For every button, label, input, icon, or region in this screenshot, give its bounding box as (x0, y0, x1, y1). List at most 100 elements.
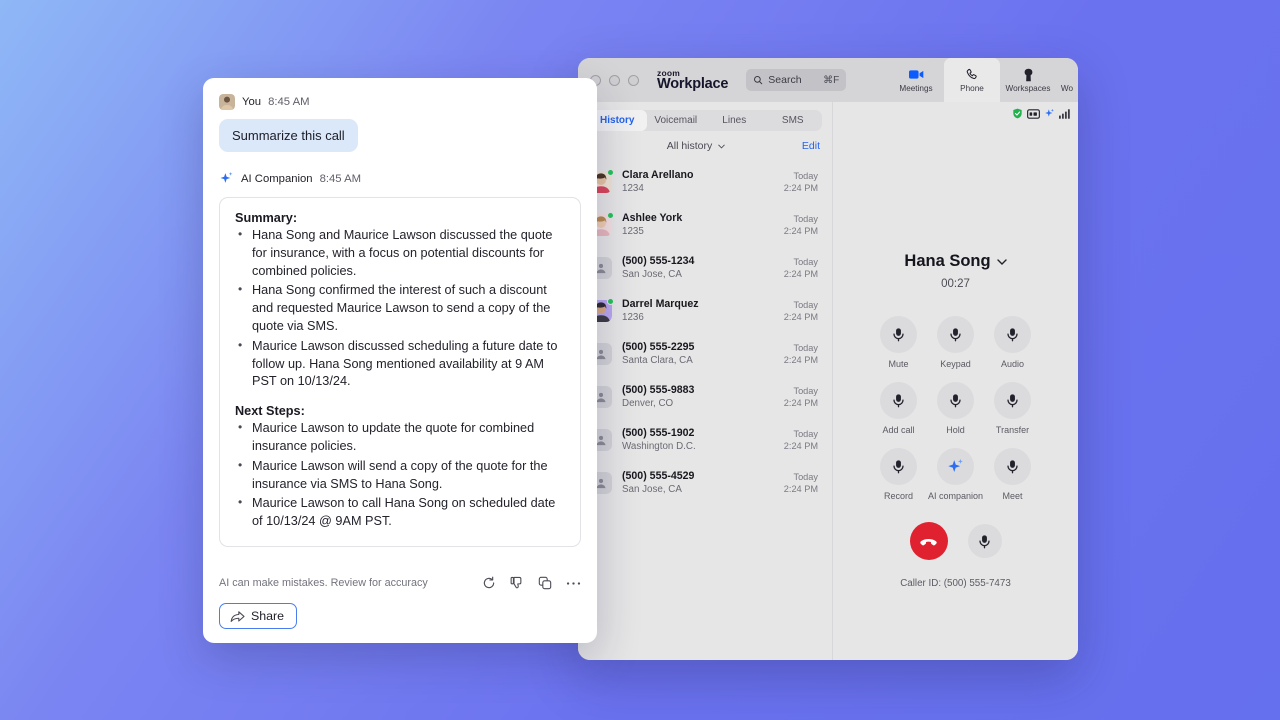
chevron-down-icon (718, 144, 725, 149)
regenerate-icon[interactable] (481, 575, 497, 591)
zoom-logo: zoom Workplace (657, 69, 728, 91)
ai-sparkle-icon (1045, 108, 1054, 117)
call-control-record[interactable]: Record (870, 448, 927, 501)
call-controls-grid[interactable]: Mute Keypad Audio Add call Hold Transfer Recor… (870, 316, 1041, 501)
call-control-ai-companion[interactable]: AI companion (927, 448, 984, 501)
end-call-row[interactable] (909, 522, 1002, 560)
call-history-row[interactable]: Darrel Marquez 1236 Today 2:24 PM (578, 289, 832, 332)
ai-message-time: 8:45 AM (319, 172, 362, 185)
call-row-meta: Today 2:24 PM (784, 343, 818, 365)
tab-lines[interactable]: Lines (705, 110, 764, 131)
nav-item-workspaces[interactable]: Workspaces (1000, 58, 1056, 102)
call-row-day: Today (793, 428, 818, 439)
avatar (219, 94, 235, 110)
call-row-meta: Today 2:24 PM (784, 171, 818, 193)
call-row-day: Today (793, 342, 818, 353)
call-control-label: AI companion (927, 491, 984, 501)
call-control-transfer[interactable]: Transfer (984, 382, 1041, 435)
call-row-name: (500) 555-9883 (622, 384, 695, 396)
call-control-icon-wrap (937, 382, 974, 419)
tab-sms[interactable]: SMS (764, 110, 823, 131)
workspace-pin-icon (1022, 67, 1035, 82)
call-history-row[interactable]: (500) 555-1902 Washington D.C. Today 2:24 P… (578, 418, 832, 461)
top-navigation[interactable]: Meetings Phone Workspaces Wo (888, 58, 1078, 102)
nav-item-more[interactable]: Wo (1056, 58, 1078, 102)
call-row-day: Today (793, 170, 818, 181)
call-control-label: Meet (1002, 491, 1023, 501)
search-icon (754, 76, 763, 85)
microphone-icon (1007, 394, 1018, 408)
call-row-name: (500) 555-2295 (622, 341, 695, 353)
bullet-point: Hana Song and Maurice Lawson discussed t… (235, 226, 565, 280)
end-call-button[interactable] (909, 522, 948, 560)
phone-history-panel: History Voicemail Lines SMS All history … (578, 102, 833, 660)
call-row-meta: Today 2:24 PM (784, 214, 818, 236)
secondary-microphone-button[interactable] (967, 524, 1002, 558)
chevron-down-icon[interactable] (996, 258, 1007, 265)
bullet-point: Hana Song confirmed the interest of such… (235, 281, 565, 335)
call-control-audio[interactable]: Audio (984, 316, 1041, 369)
all-history-dropdown[interactable]: All history (667, 140, 725, 152)
nav-label-meetings: Meetings (899, 84, 933, 93)
share-button-label: Share (251, 609, 285, 623)
microphone-icon (1007, 328, 1018, 342)
microphone-icon (950, 328, 961, 342)
nav-item-meetings[interactable]: Meetings (888, 58, 944, 102)
call-row-main: (500) 555-2295 Santa Clara, CA (622, 341, 774, 366)
call-control-icon-wrap (880, 448, 917, 485)
call-control-mute[interactable]: Mute (870, 316, 927, 369)
call-row-name: Darrel Marquez (622, 298, 699, 310)
brand-workplace-text: Workplace (657, 75, 729, 92)
ai-sparkle-icon (220, 171, 233, 183)
call-row-main: (500) 555-9883 Denver, CO (622, 384, 774, 409)
call-duration-timer: 00:27 (941, 278, 970, 290)
call-row-day: Today (793, 213, 818, 224)
maximize-window-button[interactable] (628, 74, 639, 86)
nav-label-more: Wo (1060, 84, 1074, 93)
window-traffic-lights[interactable] (590, 74, 639, 86)
history-tab-bar[interactable]: History Voicemail Lines SMS (588, 110, 822, 131)
minimize-window-button[interactable] (609, 74, 620, 86)
call-history-row[interactable]: (500) 555-2295 Santa Clara, CA Today 2:24 P… (578, 332, 832, 375)
call-history-list[interactable]: Clara Arellano 1234 Today 2:24 PM Ashlee Yor… (578, 158, 832, 660)
callee-name: Hana Song (904, 252, 991, 270)
call-control-label: Hold (946, 425, 965, 435)
call-control-icon-wrap (937, 448, 974, 485)
microphone-icon (1007, 460, 1018, 474)
thumbs-down-icon[interactable] (509, 575, 525, 591)
search-input[interactable]: Search ⌘F (746, 69, 847, 91)
ai-summary-card: Summary: Hana Song and Maurice Lawson di… (219, 197, 581, 547)
call-control-hold[interactable]: Hold (927, 382, 984, 435)
next-steps-heading: Next Steps: (235, 404, 305, 419)
call-row-subtitle: Washington D.C. (622, 441, 696, 452)
bullet-point: Maurice Lawson to update the quote for c… (235, 419, 565, 456)
call-history-row[interactable]: (500) 555-1234 San Jose, CA Today 2:24 PM (578, 246, 832, 289)
online-status-dot (607, 297, 614, 305)
call-control-add-call[interactable]: Add call (870, 382, 927, 435)
search-shortcut-label: ⌘F (823, 74, 840, 86)
ai-message-author: AI Companion (241, 172, 313, 185)
call-row-time: 2:24 PM (783, 311, 818, 322)
call-control-label: Mute (888, 359, 909, 369)
call-row-subtitle: San Jose, CA (622, 269, 682, 280)
share-button[interactable]: Share (219, 603, 298, 629)
user-message-author: You (242, 96, 262, 108)
call-history-row[interactable]: (500) 555-4529 San Jose, CA Today 2:24 PM (578, 461, 832, 504)
call-history-row[interactable]: (500) 555-9883 Denver, CO Today 2:24 PM (578, 375, 832, 418)
copy-icon[interactable] (537, 575, 553, 591)
call-history-row[interactable]: Ashlee York 1235 Today 2:24 PM (578, 203, 832, 246)
call-control-keypad[interactable]: Keypad (927, 316, 984, 369)
more-options-icon[interactable] (565, 575, 581, 591)
call-control-icon-wrap (937, 316, 974, 353)
call-control-label: Record (883, 491, 913, 501)
edit-history-link[interactable]: Edit (802, 140, 820, 152)
callee-name-row[interactable]: Hana Song (904, 252, 1007, 271)
tab-voicemail[interactable]: Voicemail (647, 110, 706, 131)
nav-item-phone[interactable]: Phone (944, 58, 1000, 102)
summary-bullet-list: Hana Song and Maurice Lawson discussed t… (235, 226, 565, 391)
message-action-icons[interactable] (481, 575, 581, 591)
call-history-row[interactable]: Clara Arellano 1234 Today 2:24 PM (578, 160, 832, 203)
call-control-meet[interactable]: Meet (984, 448, 1041, 501)
user-message-time: 8:45 AM (268, 96, 310, 108)
video-camera-icon (908, 67, 924, 82)
